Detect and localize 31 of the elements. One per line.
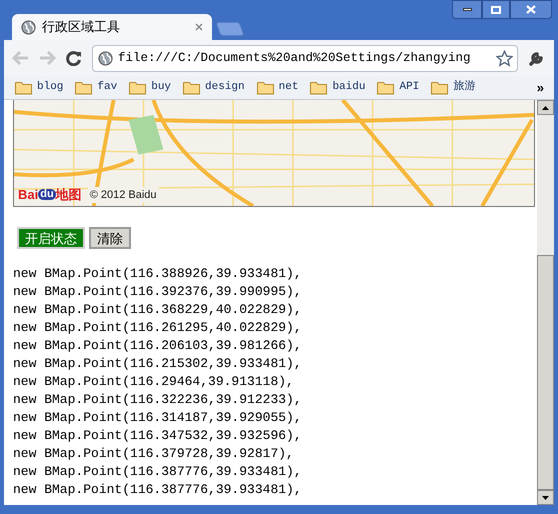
output-line: new BMap.Point(116.314187,39.929055), [13, 409, 303, 427]
map-copyright: © 2012 Baidu [88, 186, 159, 203]
map-view[interactable]: Bai du地图 © 2012 Baidu [13, 100, 535, 207]
bookmark-item[interactable]: fav [75, 79, 118, 96]
bookmark-item[interactable]: buy [129, 79, 172, 96]
output-line: new BMap.Point(116.388926,39.933481), [13, 265, 303, 283]
browser-tab[interactable]: 行政区域工具 [12, 14, 212, 40]
map-logo: Bai du地图 [18, 188, 82, 202]
output-line: new BMap.Point(116.387776,39.933481), [13, 481, 303, 499]
bookmark-item[interactable]: design [183, 79, 245, 96]
output-line: new BMap.Point(116.29464,39.913118), [13, 373, 295, 391]
bookmark-item[interactable]: blog [15, 79, 64, 96]
action-button[interactable]: 清除 [89, 227, 131, 249]
output-line: new BMap.Point(116.379728,39.92817), [13, 445, 295, 463]
bookmark-item[interactable]: API [377, 79, 420, 96]
tab-title: 行政区域工具 [42, 18, 121, 36]
url-text: file:///C:/Documents%20and%20Settings/zhangying [118, 50, 472, 67]
output-line: new BMap.Point(116.368229,40.022829), [13, 301, 303, 319]
output-line: new BMap.Point(116.261295,40.022829), [13, 319, 303, 337]
bookmark-item[interactable]: net [256, 79, 298, 96]
action-button[interactable]: 开启状态 [17, 227, 85, 249]
output-line: new BMap.Point(116.387776,39.933481), [13, 463, 303, 481]
bookmarks-overflow-button[interactable]: » [536, 78, 544, 98]
output-line: new BMap.Point(116.206103,39.981266), [13, 337, 303, 355]
address-bar[interactable]: file:///C:/Documents%20and%20Settings/zhangying [92, 44, 518, 72]
bookmark-item[interactable]: baidu [310, 79, 366, 96]
bookmark-item[interactable]: 旅游 [431, 79, 476, 96]
output-line: new BMap.Point(116.392376,39.990995), [13, 283, 303, 301]
output-line: new BMap.Point(116.347532,39.932596), [13, 427, 303, 445]
output-line: new BMap.Point(116.215302,39.933481), [13, 355, 303, 373]
output-line: new BMap.Point(116.322236,39.912233), [13, 391, 303, 409]
